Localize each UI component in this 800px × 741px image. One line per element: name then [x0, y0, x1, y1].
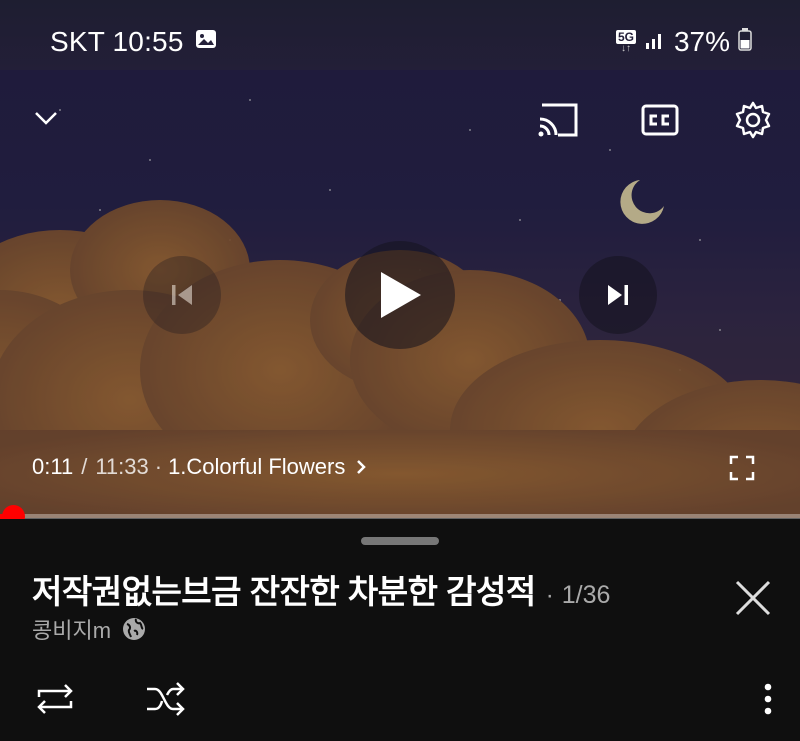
duration: 11:33: [95, 454, 149, 479]
previous-icon: [172, 285, 192, 305]
more-options-button[interactable]: [752, 679, 784, 719]
captions-button[interactable]: [638, 100, 682, 140]
chapter-title[interactable]: 1.Colorful Flowers: [168, 454, 345, 480]
chapter-bullet: ·: [154, 454, 163, 479]
previous-button[interactable]: [143, 256, 221, 334]
minimize-chevron-icon: [35, 112, 57, 125]
close-button[interactable]: [732, 577, 774, 619]
current-time: 0:11: [32, 454, 74, 479]
time-separator: /: [81, 454, 88, 479]
carrier-time: SKT 10:55: [50, 26, 184, 57]
playlist-position: 1/36: [561, 581, 611, 609]
loop-button[interactable]: [30, 679, 80, 719]
channel-row[interactable]: 콩비지m: [32, 613, 147, 645]
network-5g-icon: 5G ↓↑: [615, 30, 636, 54]
settings-button[interactable]: [730, 98, 776, 142]
time-chapter-row[interactable]: 0:11 / 11:33 · 1.Colorful Flowers: [32, 454, 371, 480]
drag-handle[interactable]: [361, 537, 439, 545]
status-left: SKT 10:55: [50, 26, 218, 58]
signal-icon: [644, 26, 666, 58]
fullscreen-icon: [729, 455, 755, 481]
next-icon: [608, 285, 628, 305]
chapter-chevron-icon: [357, 460, 367, 474]
captions-icon: [641, 104, 679, 136]
shuffle-icon: [147, 682, 185, 716]
playlist-panel: 저작권없는브금 잔잔한 차분한 감성적 · 1/36 콩비지m: [0, 519, 800, 741]
next-button[interactable]: [579, 256, 657, 334]
play-button[interactable]: [345, 241, 455, 349]
settings-gear-icon: [735, 101, 771, 139]
fullscreen-button[interactable]: [724, 450, 760, 486]
playlist-title: 저작권없는브금 잔잔한 차분한 감성적: [32, 573, 536, 610]
loop-icon: [37, 684, 73, 714]
playlist-header[interactable]: 저작권없는브금 잔잔한 차분한 감성적 · 1/36: [32, 565, 610, 613]
channel-name: 콩비지m: [32, 618, 112, 643]
shuffle-button[interactable]: [140, 679, 190, 719]
video-player[interactable]: 0:11 / 11:33 · 1.Colorful Flowers: [0, 70, 800, 518]
more-vert-icon: [764, 683, 772, 715]
cast-button[interactable]: [534, 98, 582, 142]
cast-icon: [538, 103, 578, 137]
globe-icon: [123, 618, 146, 640]
minimize-button[interactable]: [26, 98, 66, 138]
close-icon: [735, 580, 771, 616]
battery-text: 37%: [673, 26, 730, 57]
play-icon: [381, 272, 421, 318]
status-right: 5G ↓↑ 37%: [615, 26, 752, 58]
gallery-notification-icon: [194, 26, 218, 58]
battery-icon: [738, 26, 752, 58]
network-label: 5G: [615, 30, 636, 44]
title-bullet: ·: [545, 582, 554, 609]
